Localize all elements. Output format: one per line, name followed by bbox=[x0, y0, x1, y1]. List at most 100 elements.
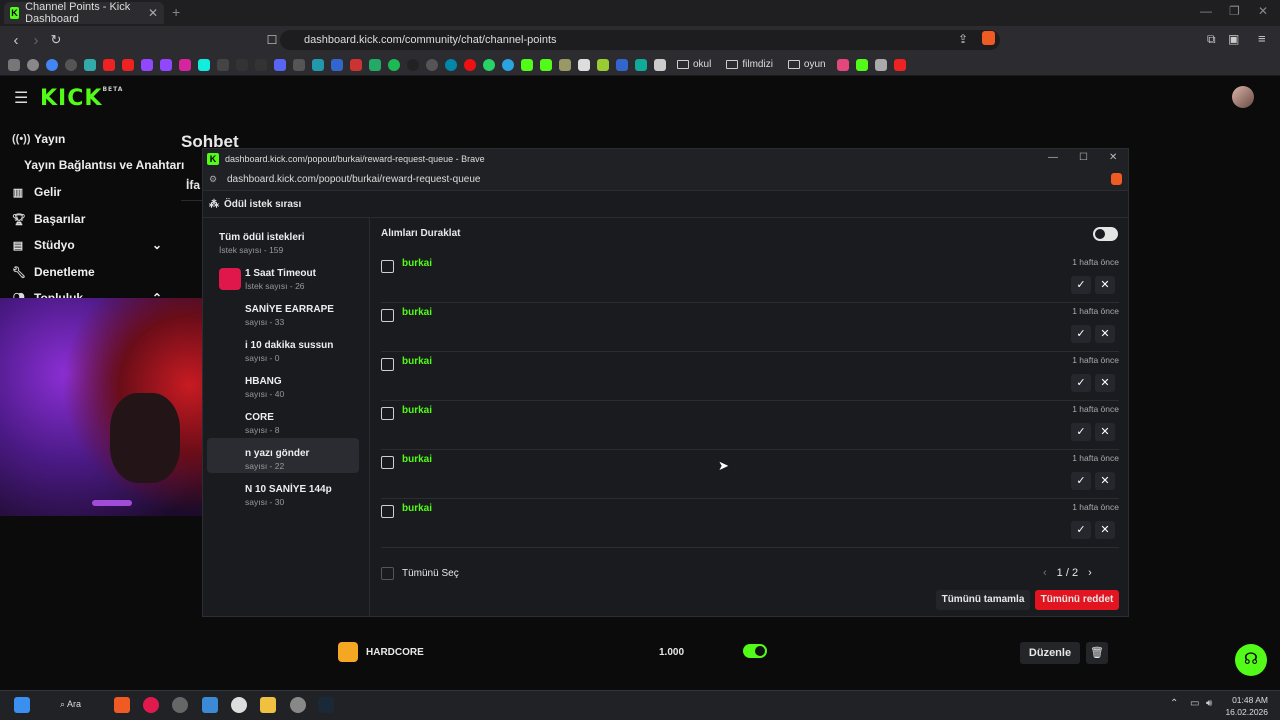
telegram-bookmark-icon[interactable] bbox=[502, 58, 514, 71]
volume-icon[interactable]: 🔊︎ bbox=[1206, 698, 1212, 709]
approve-icon[interactable]: ✓ bbox=[1071, 276, 1091, 294]
reload-icon[interactable]: ↻ bbox=[46, 32, 66, 48]
bookmark-icon-14[interactable] bbox=[635, 58, 647, 71]
hamburger-menu-icon[interactable]: ☰ bbox=[14, 88, 28, 108]
search-app-taskbar-icon[interactable] bbox=[172, 697, 188, 713]
bookmark-folder-oyun[interactable]: oyun bbox=[787, 59, 826, 70]
bookmark-icon-15[interactable] bbox=[654, 58, 666, 71]
delete-icon[interactable]: 🗑︎ bbox=[1086, 642, 1108, 664]
twitch-bookmark-icon-2[interactable] bbox=[160, 58, 172, 71]
brave-taskbar-icon[interactable] bbox=[114, 697, 130, 713]
complete-all-button[interactable]: Tümünü tamamla bbox=[936, 590, 1030, 610]
bookmark-icon-12[interactable] bbox=[597, 58, 609, 71]
request-checkbox[interactable] bbox=[381, 407, 394, 420]
bookmark-folder-okul[interactable]: okul bbox=[677, 59, 711, 70]
twitch-bookmark-icon[interactable] bbox=[141, 58, 153, 71]
sidebar-toggle-icon[interactable]: ▣ bbox=[1228, 32, 1239, 46]
apps-icon[interactable] bbox=[8, 58, 20, 71]
tab-fragment[interactable]: İfa bbox=[186, 178, 200, 192]
reward-item[interactable]: 1 Saat Timeout İstek sayısı - 26 bbox=[217, 266, 357, 300]
reward-enabled-toggle[interactable] bbox=[743, 644, 767, 658]
restore-icon[interactable]: ❐ bbox=[1229, 4, 1240, 18]
support-chat-icon[interactable]: ☊ bbox=[1235, 644, 1267, 676]
bookmark-icon-5[interactable] bbox=[312, 58, 324, 71]
bookmark-icon-9[interactable] bbox=[464, 58, 476, 71]
close-window-icon[interactable]: ✕ bbox=[1109, 152, 1117, 163]
extensions-icon[interactable]: ⧉ bbox=[1207, 32, 1216, 47]
sidebar-item-yayin[interactable]: ((•)) Yayın bbox=[12, 132, 65, 146]
pause-redemptions-toggle[interactable] bbox=[1093, 227, 1118, 241]
taskbar-clock[interactable]: 01:48 AM 16.02.2026 bbox=[1225, 694, 1268, 718]
request-checkbox[interactable] bbox=[381, 260, 394, 273]
drive-bookmark-icon[interactable] bbox=[369, 58, 381, 71]
reject-icon[interactable]: ✕ bbox=[1095, 374, 1115, 392]
close-tab-icon[interactable]: ✕ bbox=[148, 6, 158, 20]
reward-item[interactable]: i 10 dakika sussun sayısı - 0 bbox=[217, 338, 357, 372]
github-bookmark-icon[interactable] bbox=[426, 58, 438, 71]
select-all[interactable]: Tümünü Seç bbox=[381, 567, 459, 580]
minimize-icon[interactable]: — bbox=[1048, 152, 1058, 163]
bookmark-icon-17[interactable] bbox=[874, 58, 887, 71]
bookmark-icon-6[interactable] bbox=[331, 58, 343, 71]
file-explorer-taskbar-icon[interactable] bbox=[260, 697, 276, 713]
tiktok-bookmark-icon-2[interactable] bbox=[255, 58, 267, 71]
history-bookmark-icon[interactable] bbox=[27, 58, 39, 71]
kick-bookmark-icon-3[interactable] bbox=[855, 58, 868, 71]
request-user[interactable]: burkai bbox=[402, 405, 432, 416]
bookmark-icon-16[interactable] bbox=[836, 58, 849, 71]
chevron-left-icon[interactable]: ‹ bbox=[1043, 567, 1047, 579]
google-bookmark-icon[interactable] bbox=[46, 58, 58, 71]
approve-icon[interactable]: ✓ bbox=[1071, 423, 1091, 441]
popup-url-bar[interactable]: ⚙︎ dashboard.kick.com/popout/burkai/rewa… bbox=[203, 169, 1128, 191]
media-taskbar-icon[interactable] bbox=[143, 697, 159, 713]
app-taskbar-icon[interactable] bbox=[231, 697, 247, 713]
approve-icon[interactable]: ✓ bbox=[1071, 521, 1091, 539]
windows-start-icon[interactable] bbox=[14, 697, 30, 713]
url-field[interactable]: dashboard.kick.com/community/chat/channe… bbox=[280, 30, 1000, 50]
approve-icon[interactable]: ✓ bbox=[1071, 325, 1091, 343]
tray-chevron-icon[interactable]: ⌃ bbox=[1170, 698, 1178, 709]
chevron-right-icon[interactable]: › bbox=[1088, 567, 1092, 579]
reject-icon[interactable]: ✕ bbox=[1095, 423, 1115, 441]
bookmark-icon-4[interactable] bbox=[293, 58, 305, 71]
brave-shield-icon[interactable] bbox=[982, 31, 995, 45]
spotify-bookmark-icon[interactable] bbox=[388, 58, 400, 71]
bookmark-icon-11[interactable] bbox=[578, 58, 590, 71]
request-checkbox[interactable] bbox=[381, 505, 394, 518]
discord-bookmark-icon[interactable] bbox=[274, 58, 286, 71]
reward-item-all[interactable]: Tüm ödül istekleri İstek sayısı - 159 bbox=[217, 230, 357, 264]
menu-icon[interactable]: ≡ bbox=[1258, 31, 1266, 46]
browser-tab[interactable]: K Channel Points - Kick Dashboard ✕ bbox=[4, 1, 164, 25]
reject-icon[interactable]: ✕ bbox=[1095, 521, 1115, 539]
sidebar-item-gelir[interactable]: ▥ Gelir bbox=[12, 185, 62, 199]
bookmark-icon-13[interactable] bbox=[616, 58, 628, 71]
bookmark-icon[interactable]: ☐ bbox=[262, 33, 282, 47]
reject-icon[interactable]: ✕ bbox=[1095, 276, 1115, 294]
sidebar-item-basarilar[interactable]: 🏆︎ Başarılar bbox=[12, 212, 85, 226]
select-all-checkbox[interactable] bbox=[381, 567, 394, 580]
obs-taskbar-icon[interactable] bbox=[290, 697, 306, 713]
sidebar-item-denetleme[interactable]: 🔧︎ Denetleme bbox=[12, 265, 95, 279]
bookmark-icon-7[interactable] bbox=[407, 58, 419, 71]
maximize-icon[interactable]: ☐ bbox=[1079, 152, 1088, 163]
reward-item[interactable]: N 10 SANİYE 144p sayısı - 30 bbox=[217, 482, 357, 516]
reject-all-button[interactable]: Tümünü reddet bbox=[1035, 590, 1119, 610]
youtube-bookmark-icon[interactable] bbox=[103, 58, 115, 71]
reward-item[interactable]: CORE sayısı - 8 bbox=[217, 410, 357, 444]
request-user[interactable]: burkai bbox=[402, 503, 432, 514]
steam-taskbar-icon[interactable] bbox=[318, 697, 334, 713]
instagram-bookmark-icon[interactable] bbox=[179, 58, 191, 71]
photos-taskbar-icon[interactable] bbox=[202, 697, 218, 713]
bookmark-icon-10[interactable] bbox=[559, 58, 571, 71]
network-icon[interactable]: ▭ bbox=[1190, 698, 1199, 709]
request-user[interactable]: burkai bbox=[402, 258, 432, 269]
reject-icon[interactable]: ✕ bbox=[1095, 325, 1115, 343]
close-window-icon[interactable]: ✕ bbox=[1258, 4, 1268, 18]
youtube-music-bookmark-icon[interactable] bbox=[122, 58, 134, 71]
bookmark-icon-18[interactable] bbox=[893, 58, 906, 71]
kick-logo[interactable]: KICKBETA bbox=[40, 86, 123, 111]
edit-reward-button[interactable]: Düzenle bbox=[1020, 642, 1080, 664]
gmail-bookmark-icon[interactable] bbox=[350, 58, 362, 71]
approve-icon[interactable]: ✓ bbox=[1071, 472, 1091, 490]
brave-shield-icon[interactable] bbox=[1111, 173, 1122, 185]
